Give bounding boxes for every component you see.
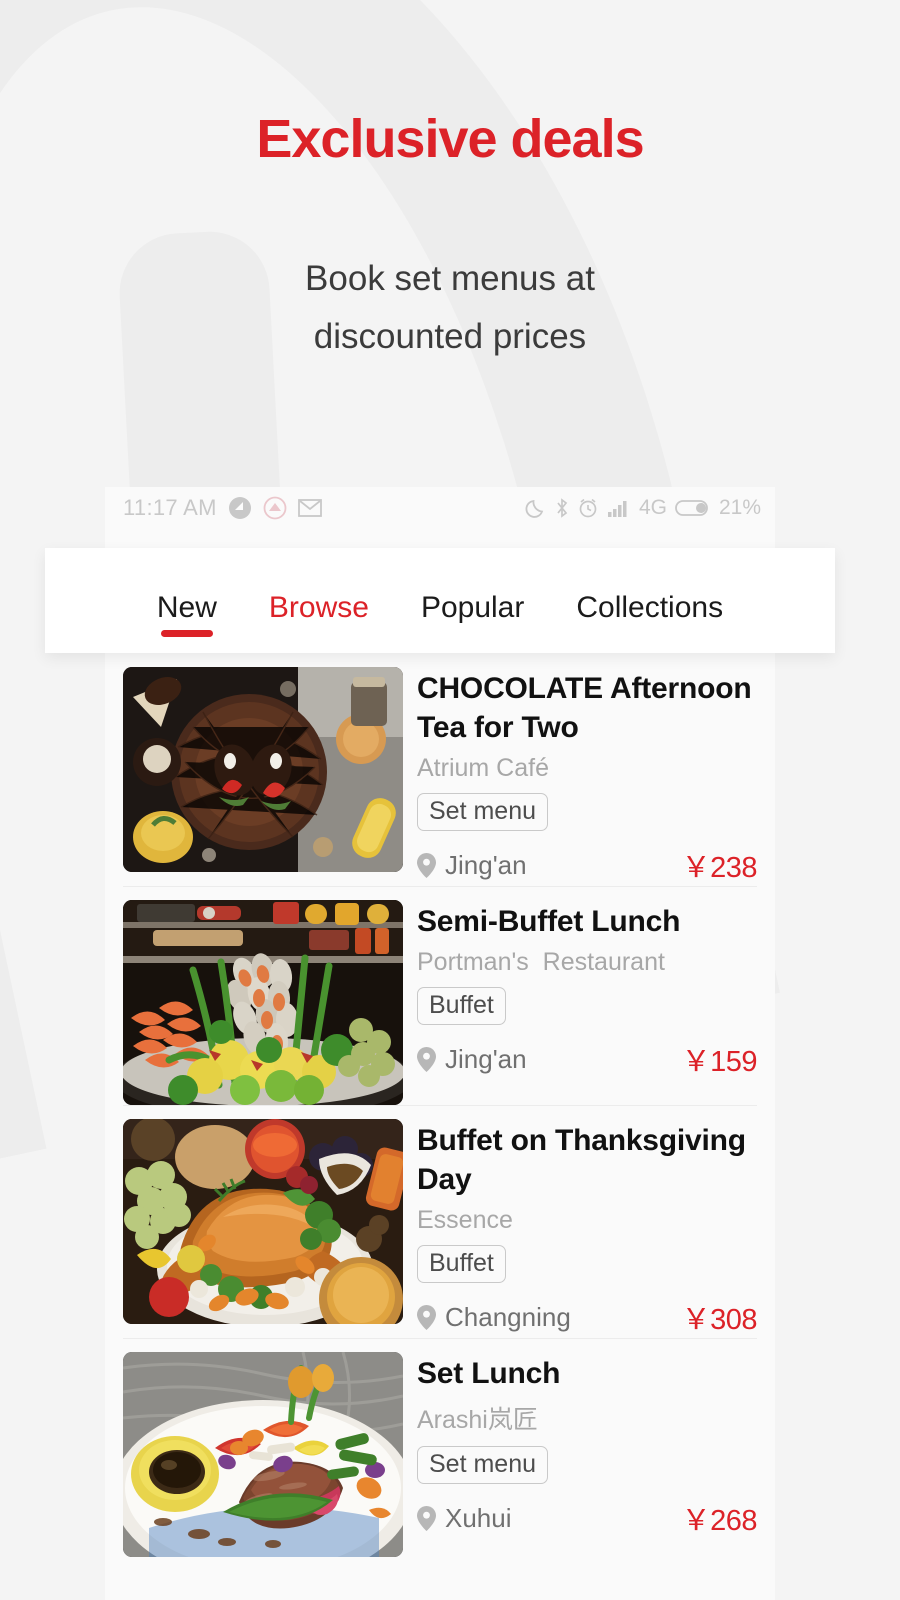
location-pin-icon	[417, 1505, 436, 1531]
deal-list[interactable]: CHOCOLATE Afternoon Tea for Two Atrium C…	[105, 653, 775, 1600]
promo-subheadline-line1: Book set menus at	[305, 259, 595, 298]
deal-thumbnail[interactable]	[123, 900, 403, 1105]
deal-location: Jing'an	[445, 849, 527, 880]
deal-location: Xuhui	[445, 1502, 512, 1533]
tab-bar[interactable]: New Browse Popular Collections	[45, 548, 835, 653]
promo-headline: Exclusive deals	[256, 109, 644, 169]
deal-footer: Xuhui ￥268	[417, 1497, 758, 1539]
list-item[interactable]: Set Lunch Arashi岚匠 Set menu Xuhui ￥268	[105, 1338, 775, 1557]
deal-thumbnail[interactable]	[123, 667, 403, 872]
deal-venue: Atrium Café	[417, 754, 549, 782]
status-bar-left: 11:17 AM	[123, 495, 322, 521]
list-item[interactable]: CHOCOLATE Afternoon Tea for Two Atrium C…	[105, 653, 775, 886]
promo-subheadline-line2: discounted prices	[313, 316, 587, 356]
gmail-icon	[297, 499, 322, 517]
tab-new[interactable]: New	[131, 548, 243, 653]
tab-browse-label: Browse	[268, 590, 369, 624]
deal-footer: Jing'an ￥238	[417, 844, 758, 886]
notification-icon	[228, 497, 251, 519]
deal-footer: Jing'an ￥159	[417, 1038, 758, 1080]
tab-browse[interactable]: Browse	[243, 548, 395, 653]
deal-thumbnail[interactable]	[123, 1119, 403, 1324]
tab-popular[interactable]: Popular	[395, 548, 550, 653]
alarm-icon	[579, 498, 597, 518]
deal-tag-badge: Buffet	[417, 987, 506, 1025]
status-bar-right: 4G 21%	[525, 496, 761, 520]
battery-icon	[675, 500, 708, 516]
battery-percent-label: 21%	[718, 496, 761, 519]
promo-subheadline: Book set menus at discounted prices	[0, 250, 900, 366]
tab-new-label: New	[156, 590, 217, 624]
promo-header: Exclusive deals Book set menus at discou…	[0, 112, 900, 366]
deal-details: Buffet on Thanksgiving Day Essence Buffe…	[417, 1119, 758, 1338]
deal-price: ￥238	[681, 852, 758, 884]
deal-tag-badge: Set menu	[417, 793, 549, 831]
deal-title: Semi-Buffet Lunch	[417, 905, 681, 938]
do-not-disturb-moon-icon	[525, 499, 544, 518]
status-bar: 11:17 AM 4G 21%	[105, 487, 775, 529]
tab-popular-label: Popular	[420, 590, 525, 624]
deal-venue: Arashi岚匠	[417, 1406, 538, 1434]
deal-footer: Changning ￥308	[417, 1296, 758, 1338]
location-pin-icon	[417, 852, 436, 878]
deal-title: CHOCOLATE Afternoon Tea for Two	[417, 672, 752, 744]
deal-location: Jing'an	[445, 1043, 527, 1074]
deal-price: ￥159	[681, 1046, 758, 1078]
deal-price: ￥308	[681, 1304, 758, 1336]
list-item[interactable]: Buffet on Thanksgiving Day Essence Buffe…	[105, 1105, 775, 1338]
deal-location: Changning	[445, 1301, 571, 1332]
network-type-label: 4G	[638, 496, 667, 519]
deal-details: Semi-Buffet Lunch Portman's Restaurant B…	[417, 900, 758, 1105]
deal-venue: Portman's Restaurant	[417, 948, 665, 976]
deal-title: Set Lunch	[417, 1357, 561, 1390]
location-pin-icon	[417, 1046, 436, 1072]
deal-details: CHOCOLATE Afternoon Tea for Two Atrium C…	[417, 667, 758, 886]
deal-thumbnail[interactable]	[123, 1352, 403, 1557]
seafood-buffet-spread-image	[123, 900, 403, 1105]
location-pin-icon	[417, 1304, 436, 1330]
deal-price: ￥268	[681, 1505, 758, 1537]
chocolate-sphere-dessert-image	[123, 667, 403, 872]
deal-tag-badge: Set menu	[417, 1446, 549, 1484]
deal-tag-badge: Buffet	[417, 1245, 506, 1283]
bluetooth-icon	[557, 498, 568, 518]
tab-collections[interactable]: Collections	[550, 548, 749, 653]
status-bar-clock: 11:17 AM	[123, 495, 217, 520]
signal-bars-icon	[607, 501, 627, 517]
tab-collections-label: Collections	[576, 590, 724, 624]
list-item[interactable]: Semi-Buffet Lunch Portman's Restaurant B…	[105, 886, 775, 1105]
deal-title: Buffet on Thanksgiving Day	[417, 1124, 746, 1196]
deal-details: Set Lunch Arashi岚匠 Set menu Xuhui ￥268	[417, 1352, 758, 1557]
active-tab-indicator	[160, 630, 213, 637]
deal-venue: Essence	[417, 1206, 513, 1234]
japanese-beef-plating-image	[123, 1352, 403, 1557]
app-badge-icon	[263, 496, 287, 520]
roast-turkey-platter-image	[123, 1119, 403, 1324]
